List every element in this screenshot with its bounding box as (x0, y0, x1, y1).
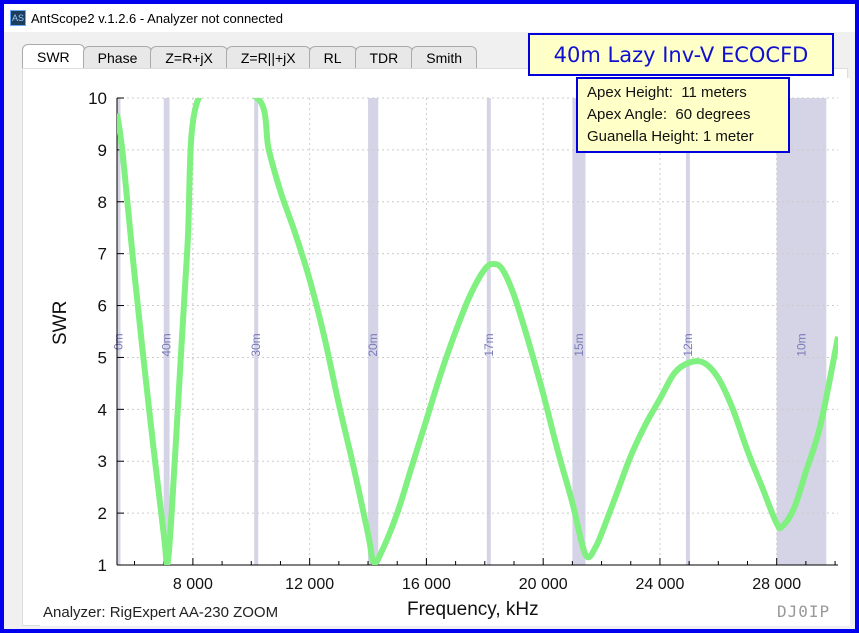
y-axis-label: SWR (50, 300, 71, 345)
y-tick-label: 6 (98, 297, 107, 316)
analyzer-label: Analyzer: RigExpert AA-230 ZOOM (43, 604, 279, 621)
band-15m (572, 98, 586, 565)
x-tick-label: 20 000 (519, 576, 568, 593)
chart-title-box: 40m Lazy Inv-V ECOCFD (528, 33, 834, 76)
y-tick-label: 5 (98, 348, 107, 367)
y-tick-label: 7 (98, 245, 107, 264)
x-tick-label: 12 000 (285, 576, 334, 593)
x-axis-label: Frequency, kHz (407, 599, 539, 620)
y-tick-label: 3 (98, 452, 107, 471)
note-apex-height: Apex Height: 11 meters (587, 84, 747, 101)
band-40m (163, 98, 170, 565)
y-tick-label: 1 (98, 556, 107, 575)
antenna-notes-box: Apex Height: 11 meters Apex Angle: 60 de… (576, 77, 790, 153)
x-tick-label: 24 000 (635, 576, 684, 593)
note-apex-angle: Apex Angle: 60 degrees (587, 106, 751, 123)
band-label-15m: 15m (572, 333, 586, 356)
band-label-12m: 12m (681, 333, 695, 356)
x-tick-label: 8 000 (173, 576, 213, 593)
band-label-20m: 20m (366, 333, 380, 356)
x-tick-label: 16 000 (402, 576, 451, 593)
band-label-40m: 40m (160, 333, 174, 356)
band-label-30m: 30m (249, 333, 263, 356)
swr-curve (117, 98, 838, 565)
x-tick-label: 28 000 (752, 576, 801, 593)
y-tick-label: 4 (98, 400, 107, 419)
band-30m (254, 98, 259, 565)
y-tick-label: 2 (98, 504, 107, 523)
watermark: DJ0IP (777, 602, 831, 621)
band-12m (685, 98, 690, 565)
y-tick-label: 8 (98, 193, 107, 212)
band-label-10m: 10m (795, 333, 809, 356)
band-label-17m: 17m (482, 333, 496, 356)
band-20m (368, 98, 379, 565)
y-tick-label: 10 (88, 89, 107, 108)
note-guanella-height: Guanella Height: 1 meter (587, 128, 754, 145)
y-tick-label: 9 (98, 141, 107, 160)
band-17m (486, 98, 491, 565)
